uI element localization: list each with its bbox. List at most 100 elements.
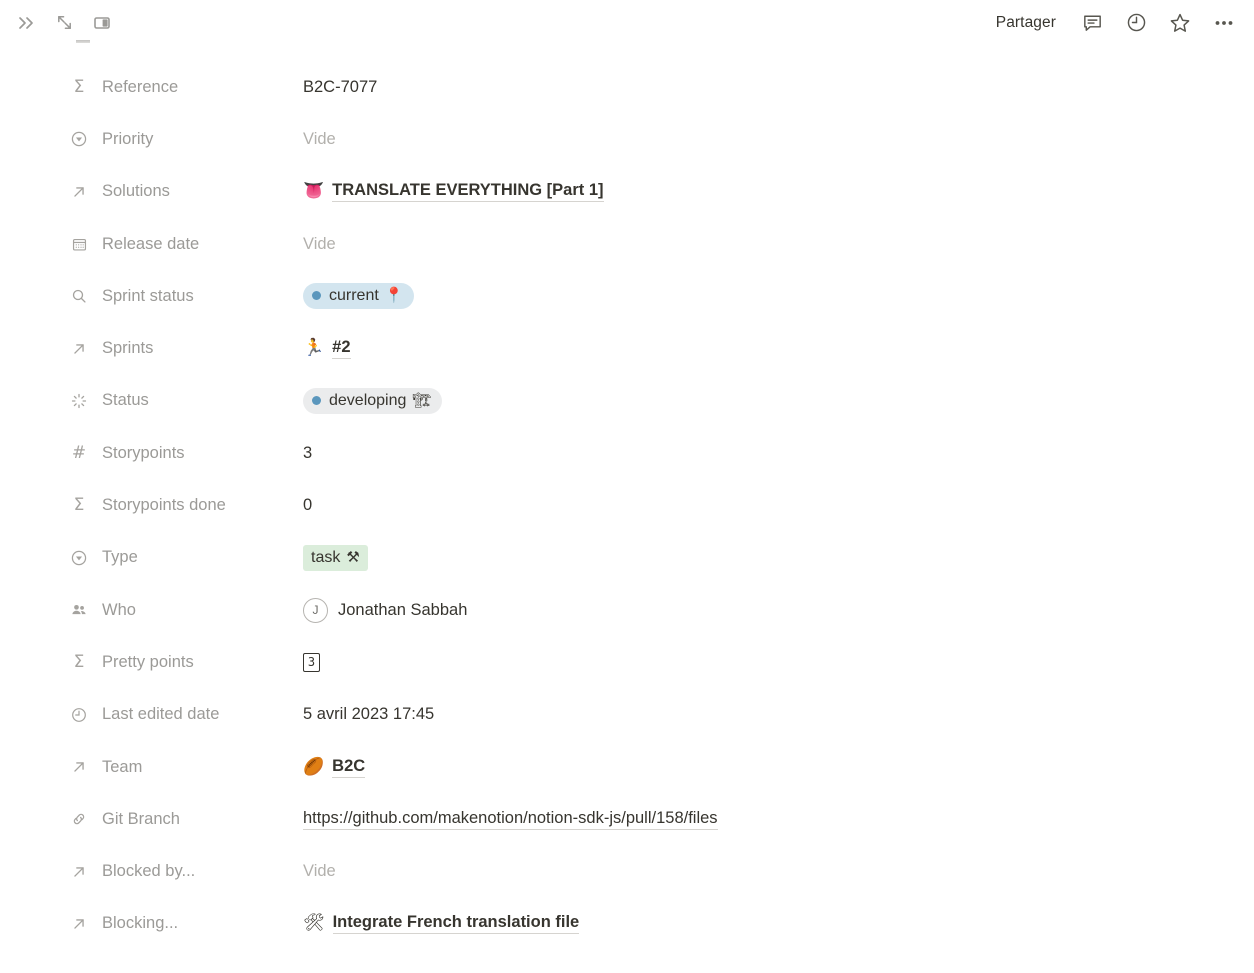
empty-placeholder: Vide [303,234,336,253]
property-label-pretty-points[interactable]: Σ Pretty points [68,651,303,673]
property-row-sprint-status: Sprint status current 📍 [0,270,1254,322]
property-label-reference[interactable]: Σ Reference [68,76,303,98]
person-name: Jonathan Sabbah [338,600,468,619]
property-row-git-branch: Git Branch https://github.com/makenotion… [0,793,1254,845]
sigma-icon: Σ [73,651,85,672]
property-label-blocked-by[interactable]: Blocked by... [68,861,303,883]
property-value-status[interactable]: developing 🏗 [303,386,1254,416]
empty-placeholder: Vide [303,862,336,881]
link-chain-icon [68,808,90,830]
status-badge-developing[interactable]: developing 🏗 [303,387,443,415]
status-badge-current[interactable]: current 📍 [303,283,415,310]
star-icon[interactable] [1168,11,1192,35]
property-row-pretty-points: Σ Pretty points 3 [0,636,1254,688]
property-label-sprint-status[interactable]: Sprint status [68,285,303,307]
hammer-and-pick-emoji: ⚒ [346,547,360,566]
rugby-football-emoji: 🏉 [303,756,325,777]
clock-icon [68,704,90,726]
expand-diagonal-icon[interactable] [52,11,76,35]
property-label-release-date[interactable]: Release date [68,233,303,255]
property-label-type[interactable]: Type [68,547,303,569]
property-label-status[interactable]: Status [68,390,303,412]
scrolled-row-sliver [76,40,90,43]
property-value-storypoints-done[interactable]: 0 [303,491,1254,521]
runner-emoji: 🏃 [303,338,325,359]
property-value-blocked-by[interactable]: Vide [303,857,1254,887]
property-label-git-branch[interactable]: Git Branch [68,808,303,830]
relation-arrow-icon [68,338,90,360]
relation-arrow-icon [68,861,90,883]
property-value-sprints[interactable]: 🏃 #2 [303,334,1254,364]
property-value-team[interactable]: 🏉 B2C [303,752,1254,782]
property-row-sprints: Sprints 🏃 #2 [0,322,1254,374]
property-row-storypoints: # Storypoints 3 [0,427,1254,479]
property-value-priority[interactable]: Vide [303,124,1254,154]
toolbar-left-group [14,11,114,35]
property-value-who[interactable]: J Jonathan Sabbah [303,595,1254,625]
property-value-pretty-points[interactable]: 3 [303,647,1254,677]
comment-icon[interactable] [1080,11,1104,35]
share-button[interactable]: Partager [992,12,1060,34]
status-label: developing [329,391,407,409]
avatar: J [303,597,328,623]
status-burst-icon [68,390,90,412]
property-value-last-edited-date[interactable]: 5 avril 2023 17:45 [303,700,1254,730]
property-label-text: Who [102,600,136,619]
property-label-text: Reference [102,77,179,96]
property-label-priority[interactable]: Priority [68,128,303,150]
page-link-title: TRANSLATE EVERYTHING [Part 1] [332,181,604,203]
page-link[interactable]: 🛠 Integrate French translation file [303,913,580,935]
property-label-storypoints[interactable]: # Storypoints [68,442,303,464]
clock-icon[interactable] [1124,11,1148,35]
round-pushpin-emoji: 📍 [384,286,404,305]
property-value-type[interactable]: task ⚒ [303,543,1254,573]
property-row-priority: Priority Vide [0,113,1254,165]
double-chevron-right-icon[interactable] [14,11,38,35]
property-value-release-date[interactable]: Vide [303,229,1254,259]
property-label-blocking[interactable]: Blocking... [68,913,303,935]
status-dot [312,395,321,405]
property-label-text: Sprint status [102,286,194,305]
property-label-last-edited-date[interactable]: Last edited date [68,704,303,726]
sigma-icon: Σ [73,495,85,516]
property-label-text: Sprints [102,339,154,358]
property-label-text: Type [102,548,138,567]
property-label-text: Blocked by... [102,862,196,881]
property-value-solutions[interactable]: 👅 TRANSLATE EVERYTHING [Part 1] [303,177,1254,207]
date-value: 5 avril 2023 17:45 [303,705,435,724]
property-row-blocked-by: Blocked by... Vide [0,845,1254,897]
property-row-who: Who J Jonathan Sabbah [0,584,1254,636]
page-link[interactable]: 🏃 #2 [303,338,351,360]
property-value-blocking[interactable]: 🛠 Integrate French translation file [303,909,1254,939]
hammer-and-wrench-emoji: 🛠 [303,913,325,934]
more-horizontal-icon[interactable] [1212,11,1236,35]
property-value-storypoints[interactable]: 3 [303,438,1254,468]
page-link-title: Integrate French translation file [332,913,580,935]
property-value-sprint-status[interactable]: current 📍 [303,281,1254,311]
relation-arrow-icon [68,181,90,203]
magnifier-icon [68,285,90,307]
page-link-title: B2C [332,757,366,778]
property-label-team[interactable]: Team [68,756,303,778]
number-value: 3 [303,443,313,462]
page-link[interactable]: 🏉 B2C [303,756,366,778]
people-icon [68,599,90,621]
property-label-who[interactable]: Who [68,599,303,621]
page-link[interactable]: 👅 TRANSLATE EVERYTHING [Part 1] [303,181,604,203]
person-chip[interactable]: J Jonathan Sabbah [303,597,468,623]
property-label-text: Solutions [102,182,170,201]
type-badge-task[interactable]: task ⚒ [303,544,368,571]
property-value-reference[interactable]: B2C-7077 [303,72,1254,102]
property-label-solutions[interactable]: Solutions [68,181,303,203]
hash-icon: # [71,442,87,463]
url-link[interactable]: https://github.com/makenotion/notion-sdk… [303,809,718,830]
status-label: current [329,287,379,305]
property-row-blocking: Blocking... 🛠 Integrate French translati… [0,898,1254,950]
property-label-text: Priority [102,129,154,148]
property-value-git-branch[interactable]: https://github.com/makenotion/notion-sdk… [303,804,1254,834]
property-row-release-date: Release date Vide [0,218,1254,270]
property-label-sprints[interactable]: Sprints [68,338,303,360]
empty-placeholder: Vide [303,129,336,148]
panel-toggle-icon[interactable] [90,11,114,35]
property-label-storypoints-done[interactable]: Σ Storypoints done [68,495,303,517]
